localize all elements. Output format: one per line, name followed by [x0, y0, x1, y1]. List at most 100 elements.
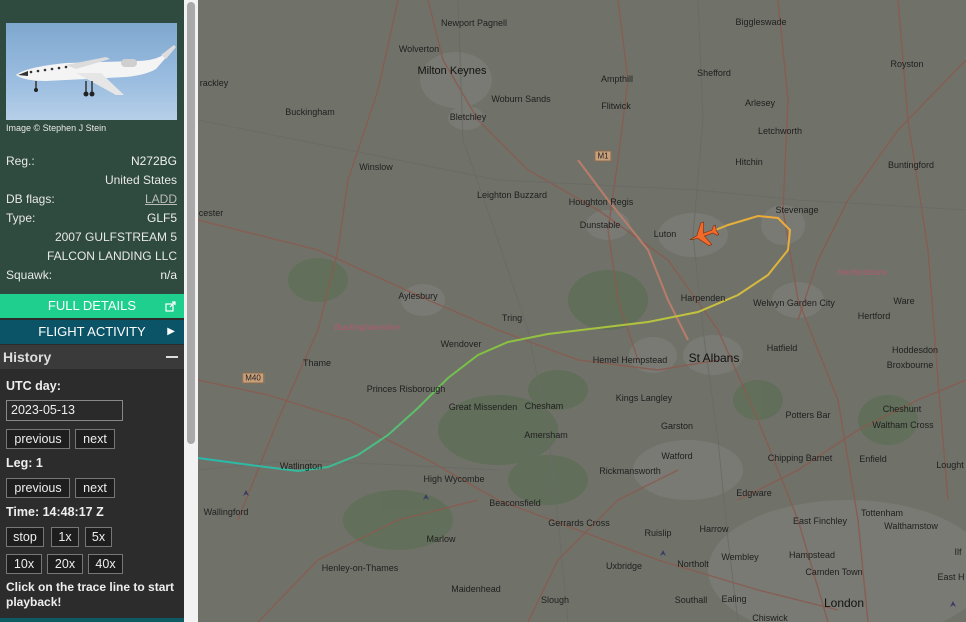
aircraft-info: Reg.: N272BG United States DB flags: LAD… [0, 148, 184, 294]
place-label: Letchworth [757, 126, 803, 136]
place-label: Royston [890, 59, 924, 69]
place-label: Ilf [954, 547, 962, 557]
place-label: London [823, 596, 865, 610]
model-value: 2007 GULFSTREAM 5 [54, 230, 177, 244]
reg-label: Reg.: [6, 154, 35, 168]
photo-panel: Image © Stephen J Stein [0, 0, 184, 148]
place-label: Princes Risborough [366, 384, 446, 394]
collapse-icon[interactable] [166, 356, 178, 358]
aircraft-photo[interactable] [6, 23, 177, 120]
sidebar-bottom-strip [0, 618, 184, 622]
place-label: Hatfield [766, 343, 798, 353]
place-label: Maidenhead [451, 584, 501, 594]
place-label: Winslow [359, 162, 393, 172]
place-label: Marlow [426, 534, 456, 544]
reg-row: Reg.: N272BG [6, 152, 177, 171]
place-label: Lought [936, 460, 964, 470]
leg-label: Leg: 1 [6, 456, 43, 470]
place-label: Camden Town [805, 567, 863, 577]
place-label: Hemel Hempstead [592, 355, 668, 365]
place-label: Garston [660, 421, 694, 431]
reg-value: N272BG [130, 154, 177, 168]
place-label: Wallingford [203, 507, 249, 517]
place-label: Dunstable [579, 220, 621, 230]
county-label: Hertfordshire [837, 267, 887, 277]
squawk-row: Squawk: n/a [6, 266, 177, 285]
leg-next-button[interactable]: next [75, 478, 115, 498]
place-label: High Wycombe [423, 474, 485, 484]
utc-day-input[interactable]: 2023-05-13 [6, 400, 123, 421]
place-label: Arlesey [744, 98, 776, 108]
place-label: Gerrards Cross [548, 518, 610, 528]
photo-credit: Image © Stephen J Stein [6, 123, 107, 133]
flight-activity-button[interactable]: FLIGHT ACTIVITY ▶ [0, 320, 184, 344]
place-label: Newport Pagnell [440, 18, 508, 28]
place-label: Hertford [857, 311, 891, 321]
history-title: History [3, 349, 52, 365]
place-label: East Finchley [792, 516, 848, 526]
place-label: Hoddesdon [891, 345, 939, 355]
place-label: Stevenage [775, 205, 819, 215]
place-label: Walthamstow [884, 521, 938, 531]
scrollbar-thumb[interactable] [187, 2, 195, 444]
place-label: Houghton Regis [568, 197, 634, 207]
place-label: Buckingham [285, 107, 335, 117]
place-label: Ealing [721, 594, 747, 604]
place-label: Chiswick [752, 613, 788, 622]
operator-value: FALCON LANDING LLC [46, 249, 177, 263]
place-label: Luton [653, 229, 677, 239]
place-label: Henley-on-Thames [321, 563, 399, 573]
speed-40x-button[interactable]: 40x [88, 554, 123, 574]
place-label: Chipping Barnet [767, 453, 833, 463]
place-label: Ware [893, 296, 915, 306]
place-label: Harrow [699, 524, 729, 534]
speed-20x-button[interactable]: 20x [47, 554, 83, 574]
place-label: cester [198, 208, 224, 218]
place-label: Uxbridge [605, 561, 643, 571]
type-row: Type: GLF5 [6, 209, 177, 228]
place-label: Leighton Buzzard [476, 190, 548, 200]
place-label: Bletchley [449, 112, 487, 122]
place-label: Biggleswade [735, 17, 787, 27]
speed-1x-button[interactable]: 1x [51, 527, 79, 547]
place-label: Wendover [440, 339, 482, 349]
dbflags-link[interactable]: LADD [145, 190, 177, 209]
place-label: Amersham [524, 430, 568, 440]
day-next-button[interactable]: next [75, 429, 115, 449]
place-label: Enfield [859, 454, 887, 464]
speed-5x-button[interactable]: 5x [85, 527, 112, 547]
place-label: Shefford [697, 68, 731, 78]
flight-activity-label: FLIGHT ACTIVITY [38, 324, 146, 339]
place-label: Wolverton [398, 44, 440, 54]
place-label: Waltham Cross [872, 420, 934, 430]
dbflags-label: DB flags: [6, 192, 55, 206]
place-label: Hitchin [735, 157, 763, 167]
place-label: Ruislip [644, 528, 672, 538]
stop-button[interactable]: stop [6, 527, 44, 547]
place-label: Harpenden [680, 293, 726, 303]
app-root: Image © Stephen J Stein Reg.: N272BG Uni… [0, 0, 966, 622]
road-shield: M40 [242, 372, 264, 384]
dbflags-row: DB flags: LADD [6, 190, 177, 209]
road-shield: M1 [594, 150, 612, 162]
time-label: Time: 14:48:17 Z [6, 505, 104, 519]
place-label: rackley [199, 78, 229, 88]
leg-previous-button[interactable]: previous [6, 478, 70, 498]
day-previous-button[interactable]: previous [6, 429, 70, 449]
place-label: Ampthill [600, 74, 634, 84]
place-label: Watford [661, 451, 693, 461]
squawk-label: Squawk: [6, 268, 53, 282]
place-label: Buntingford [887, 160, 935, 170]
place-label: Beaconsfield [489, 498, 541, 508]
place-label: Kings Langley [615, 393, 673, 403]
speed-10x-button[interactable]: 10x [6, 554, 42, 574]
place-label: Flitwick [601, 101, 631, 111]
map-view[interactable]: Newport Pagnell Wolverton Milton Keynes … [198, 0, 966, 622]
place-label: Slough [540, 595, 570, 605]
sidebar-scrollbar[interactable] [184, 0, 198, 622]
full-details-button[interactable]: FULL DETAILS [0, 294, 184, 318]
utc-day-label: UTC day: [6, 379, 61, 393]
place-label: Cheshunt [882, 404, 922, 414]
history-header[interactable]: History [0, 345, 184, 369]
place-label: Southall [674, 595, 708, 605]
